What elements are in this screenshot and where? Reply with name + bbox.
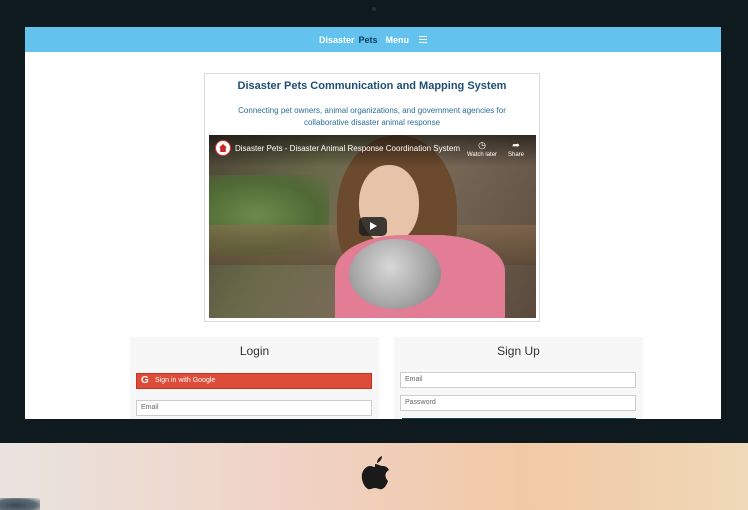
watch-later-label: Watch later — [466, 152, 498, 158]
brand-text-pets[interactable]: Pets — [359, 35, 378, 45]
video-thumbnail-rabbit — [349, 239, 441, 309]
apple-logo-icon — [361, 456, 389, 490]
camera-icon — [372, 7, 376, 11]
signup-panel: Sign Up Email Password — [394, 337, 643, 419]
share-arrow-icon: ➦ — [512, 140, 520, 150]
share-label: Share — [507, 152, 524, 158]
page-title: Disaster Pets Communication and Mapping … — [237, 80, 507, 92]
login-panel: Login G Sign in with Google Email — [130, 337, 379, 419]
watch-later-button[interactable]: ◷ Watch later — [465, 140, 499, 158]
menu-label[interactable]: Menu — [386, 35, 410, 45]
share-button[interactable]: ➦ Share — [499, 140, 533, 158]
signup-title: Sign Up — [497, 344, 540, 358]
google-sign-in-label: Sign in with Google — [155, 377, 216, 384]
video-player[interactable]: Disaster Pets - Disaster Animal Response… — [209, 135, 536, 318]
hamburger-menu-icon[interactable] — [419, 36, 428, 44]
channel-logo-icon[interactable] — [215, 140, 231, 156]
intro-card: Disaster Pets Communication and Mapping … — [204, 73, 540, 322]
brand-text[interactable]: Disaster — [319, 35, 355, 45]
video-title[interactable]: Disaster Pets - Disaster Animal Response… — [235, 144, 460, 153]
play-button[interactable] — [359, 217, 387, 236]
page-subtitle: Connecting pet owners, animal organizati… — [238, 106, 506, 127]
top-navbar: Disaster Pets Menu — [25, 27, 721, 52]
login-email-input[interactable]: Email — [136, 400, 372, 416]
clock-icon: ◷ — [478, 140, 486, 150]
signup-password-input[interactable]: Password — [400, 395, 636, 411]
login-title: Login — [239, 344, 270, 358]
google-sign-in-button[interactable]: G Sign in with Google — [136, 373, 372, 389]
camera-lens-corner — [0, 498, 40, 510]
signup-email-input[interactable]: Email — [400, 372, 636, 388]
signup-submit-button[interactable] — [402, 418, 636, 419]
google-icon: G — [141, 375, 149, 386]
browser-viewport: Disaster Pets Menu Disaster Pets Communi… — [25, 27, 721, 419]
